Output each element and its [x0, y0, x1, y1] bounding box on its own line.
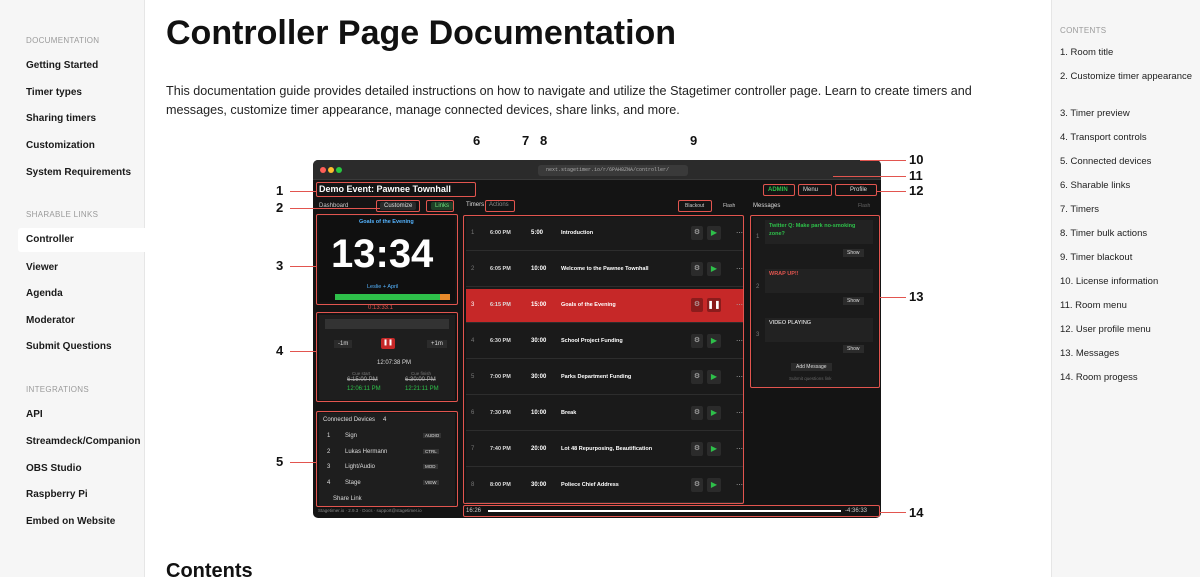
nav-agenda[interactable]: Agenda [26, 288, 63, 299]
nav-moderator[interactable]: Moderator [26, 315, 75, 326]
minimize-dot-icon [328, 167, 334, 173]
toc-item[interactable]: 9. Timer blackout [1060, 251, 1195, 264]
callout-12: 12 [909, 183, 924, 198]
messages-label: Messages [753, 203, 781, 209]
flash-button: Flash [723, 203, 736, 209]
menu-highlight [798, 184, 832, 196]
preview-elapsed: 0:13:33.1 [368, 305, 394, 311]
toc-item[interactable]: 4. Transport controls [1060, 131, 1195, 144]
callout-2: 2 [276, 200, 284, 215]
sharable-links-section-title: SHARABLE LINKS [26, 210, 99, 219]
nav-embed-on-website[interactable]: Embed on Website [26, 516, 115, 527]
toc-item[interactable]: 3. Timer preview [1060, 107, 1195, 120]
leader-line-12 [877, 191, 906, 192]
callout-9: 9 [690, 133, 698, 148]
progress-highlight [463, 505, 880, 517]
callout-11: 11 [909, 168, 923, 183]
toc-item[interactable]: 10. License information [1060, 275, 1195, 288]
leader-line-13 [880, 297, 906, 298]
nav-sharing-timers[interactable]: Sharing timers [26, 113, 96, 124]
browser-chrome: next.stagetimer.io/r/6PAH8ZNA/controller… [313, 160, 881, 180]
profile-highlight [835, 184, 877, 196]
nav-customization[interactable]: Customization [26, 140, 95, 151]
toc-item[interactable]: 1. Room title [1060, 46, 1195, 59]
toc-title: CONTENTS [1060, 26, 1107, 35]
toc-item[interactable]: 11. Room menu [1060, 299, 1195, 312]
toc-item[interactable]: 12. User profile menu [1060, 323, 1195, 336]
nav-obs-studio[interactable]: OBS Studio [26, 463, 82, 474]
nav-api[interactable]: API [26, 409, 43, 420]
leader-line-11 [833, 176, 906, 177]
preview-highlight [316, 214, 458, 305]
leader-line-2 [290, 208, 380, 209]
close-dot-icon [320, 167, 326, 173]
callout-3: 3 [276, 258, 284, 273]
callout-10: 10 [909, 152, 924, 167]
docs-sidebar: DOCUMENTATION Getting Started Timer type… [0, 0, 145, 577]
actions-highlight [485, 200, 515, 212]
nav-controller[interactable]: Controller [18, 228, 145, 252]
leader-line-1 [290, 191, 316, 192]
toc-item[interactable]: 2. Customize timer appearance [1060, 70, 1195, 83]
nav-submit-questions[interactable]: Submit Questions [26, 341, 112, 352]
contents-heading: Contents [166, 560, 253, 577]
documentation-section-title: DOCUMENTATION [26, 36, 100, 45]
callout-7: 7 [522, 133, 530, 148]
maximize-dot-icon [336, 167, 342, 173]
callout-8: 8 [540, 133, 548, 148]
toc-item[interactable]: 6. Sharable links [1060, 179, 1195, 192]
leader-line-4 [290, 351, 316, 352]
url-bar: next.stagetimer.io/r/6PAH8ZNA/controller… [538, 165, 688, 176]
callout-14: 14 [909, 505, 924, 520]
timers-highlight [463, 215, 744, 504]
leader-line-14 [880, 512, 906, 513]
nav-timer-types[interactable]: Timer types [26, 87, 82, 98]
integrations-section-title: INTEGRATIONS [26, 385, 90, 394]
nav-getting-started[interactable]: Getting Started [26, 60, 98, 71]
callout-4: 4 [276, 343, 284, 358]
toc-item[interactable]: 8. Timer bulk actions [1060, 227, 1195, 240]
toc-item[interactable]: 13. Messages [1060, 347, 1195, 360]
controller-screenshot: next.stagetimer.io/r/6PAH8ZNA/controller… [313, 160, 881, 518]
nav-streamdeck[interactable]: Streamdeck/Companion [26, 436, 140, 447]
toc-item[interactable]: 5. Connected devices [1060, 155, 1195, 168]
toc-item[interactable]: 14. Room progess [1060, 371, 1195, 384]
callout-13: 13 [909, 289, 924, 304]
leader-line-10 [860, 160, 906, 161]
room-title-highlight [316, 182, 476, 197]
messages-highlight [750, 215, 880, 388]
nav-system-requirements[interactable]: System Requirements [26, 167, 131, 178]
admin-highlight [763, 184, 795, 196]
blackout-highlight [678, 200, 712, 212]
nav-raspberry-pi[interactable]: Raspberry Pi [26, 489, 88, 500]
callout-5: 5 [276, 454, 284, 469]
page-title: Controller Page Documentation [166, 14, 677, 52]
transport-highlight [316, 312, 458, 402]
callout-6: 6 [473, 133, 481, 148]
leader-line-5 [290, 462, 316, 463]
toc-item[interactable]: 7. Timers [1060, 203, 1195, 216]
intro-paragraph: This documentation guide provides detail… [166, 84, 972, 117]
table-of-contents: CONTENTS 1. Room title 2. Customize time… [1051, 0, 1200, 577]
timers-label: Timers [466, 202, 485, 208]
customize-highlight [376, 200, 420, 212]
footer-links: Stagetimer.io · 2.9.3 · Docs · support@s… [318, 508, 422, 513]
nav-viewer[interactable]: Viewer [26, 262, 58, 273]
devices-highlight [316, 411, 458, 507]
callout-1: 1 [276, 183, 284, 198]
links-highlight [426, 200, 454, 212]
flash-message-button: Flash [858, 203, 871, 209]
leader-line-3 [290, 266, 316, 267]
